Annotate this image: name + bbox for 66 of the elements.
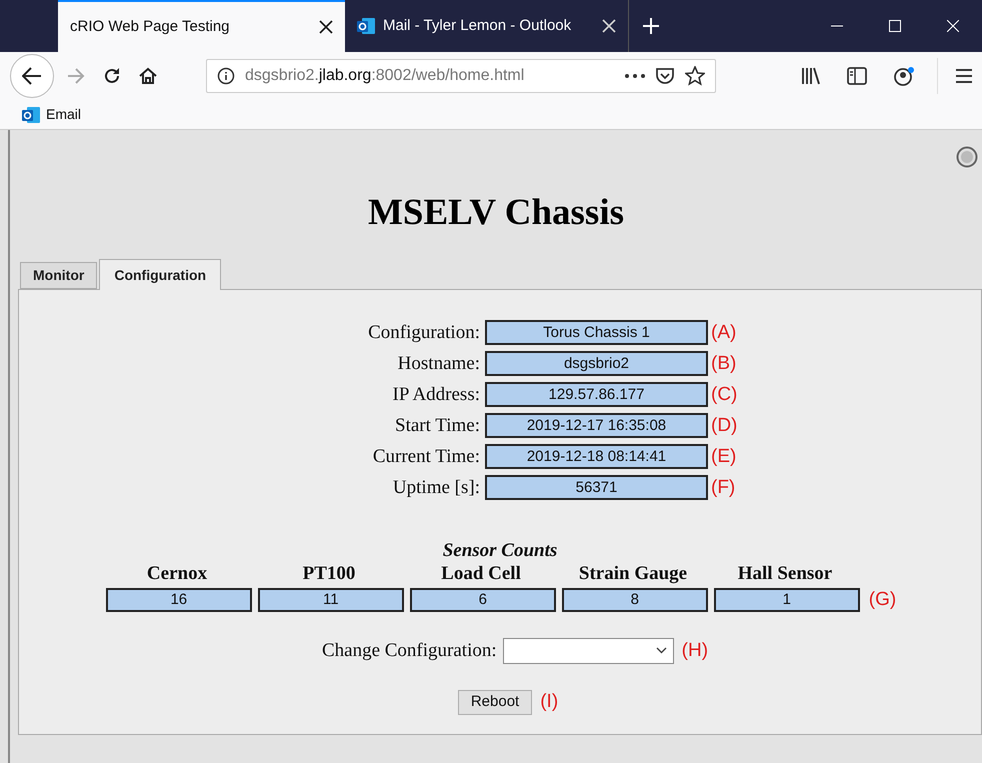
back-button[interactable] [10,54,54,98]
value-field: Torus Chassis 1 [485,320,708,345]
value-field: 56371 [485,475,708,500]
page-tab[interactable]: Monitor [20,262,98,289]
field-label: Start Time: [394,414,481,438]
field-label: Change Configuration: [322,638,497,662]
home-icon [139,67,157,85]
field-label: Current Time: [372,444,481,468]
page-title: MSELV Chassis [368,191,624,235]
address-bar[interactable]: dsgsbrio2.jlab.org:8002/web/home.html [206,59,716,93]
annotation-label: (G) [868,588,896,612]
annotation-label: (E) [711,444,738,468]
close-tab-icon[interactable] [319,20,333,34]
library-icon[interactable] [801,67,821,85]
value-field: 2019-12-17 16:35:08 [485,413,708,438]
annotation-label: (A) [711,320,738,344]
value-field: 6 [410,588,556,612]
mail-app-icon [22,106,40,124]
mail-app-icon [357,17,375,35]
annotation-label: (I) [540,690,558,714]
bookmark-item[interactable]: Email [22,104,82,125]
field-label: Hostname: [396,352,481,376]
page-tab[interactable]: Configuration [99,259,222,290]
menu-icon[interactable] [956,68,972,84]
minimize-icon [831,25,843,27]
value-field: 1 [714,588,860,612]
sidebar-icon[interactable] [847,67,867,85]
url-text: dsgsbrio2.jlab.org:8002/web/home.html [245,66,524,86]
column-header: Load Cell [440,562,522,586]
annotation-label: (B) [711,352,738,376]
field-label: Uptime [s]: [392,476,481,500]
value-field: 16 [106,588,252,612]
info-icon [217,67,235,85]
close-icon [947,20,959,32]
maximize-icon [889,20,901,32]
annotation-label: (D) [711,414,738,438]
column-header: Cernox [146,562,208,586]
annotation-label: (H) [682,638,708,662]
field-label: Configuration: [367,320,481,344]
back-arrow-icon [22,67,42,85]
value-field: 8 [562,588,708,612]
star-icon [685,66,705,86]
browser-tab[interactable]: cRIO Web Page Testing [58,0,345,52]
more-dots-icon [625,74,645,78]
plus-icon [642,17,660,35]
column-header: Hall Sensor [736,562,834,586]
tab-title: cRIO Web Page Testing [70,16,231,37]
chevron-down-icon [656,647,667,654]
status-indicator-icon [956,146,978,168]
value-field: 2019-12-18 08:14:41 [485,444,708,469]
pocket-icon [655,67,675,85]
account-icon[interactable] [893,66,915,86]
value-field: 11 [258,588,404,612]
annotation-label: (F) [711,476,736,500]
column-header: PT100 [302,562,356,586]
column-header: Strain Gauge [578,562,688,586]
reload-icon [103,67,121,85]
value-field: dsgsbrio2 [485,351,708,376]
field-label: IP Address: [392,382,481,406]
configuration-dropdown[interactable] [502,638,674,664]
forward-arrow-icon [67,68,85,84]
tab-title: Mail - Tyler Lemon - Outlook [383,16,572,36]
section-title: Sensor Counts [442,540,558,562]
annotation-label: (C) [711,382,738,406]
reboot-button[interactable]: Reboot [458,690,532,715]
value-field: 129.57.86.177 [485,382,708,407]
